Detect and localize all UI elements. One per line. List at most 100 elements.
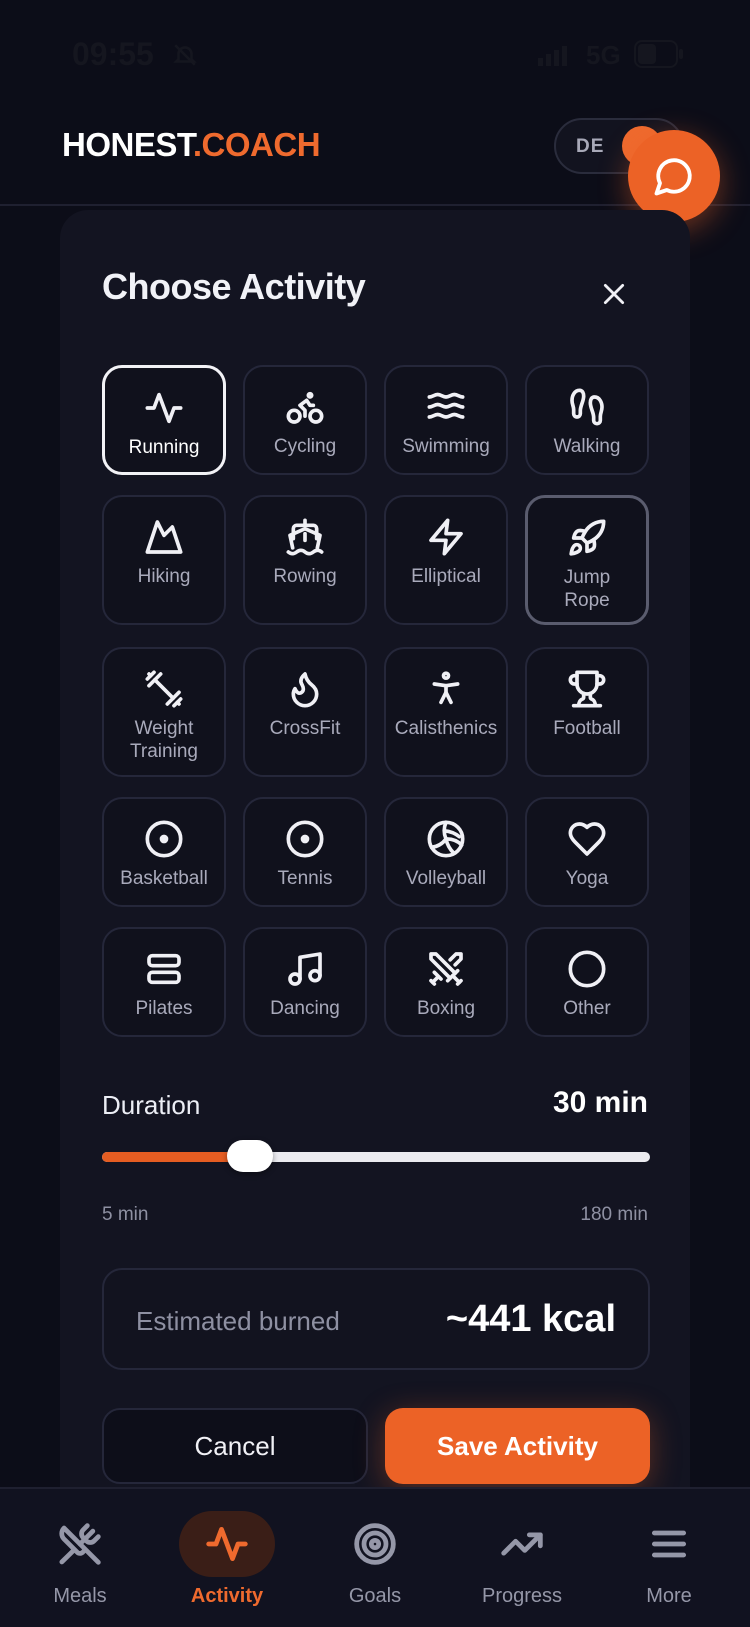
activity-label: Swimming	[402, 436, 490, 457]
activity-tile-football[interactable]: Football	[525, 647, 649, 777]
save-activity-button[interactable]: Save Activity	[385, 1408, 650, 1484]
zap-icon	[429, 518, 463, 556]
tab-label: Goals	[348, 1585, 402, 1607]
duration-max-label: 180 min	[580, 1204, 648, 1225]
activity-tile-cycling[interactable]: Cycling	[243, 365, 367, 475]
activity-label: Jump Rope	[563, 567, 611, 611]
duration-slider[interactable]	[102, 1140, 650, 1172]
utensils-icon	[59, 1523, 101, 1565]
tab-activity[interactable]: Activity	[152, 1489, 302, 1627]
activity-tile-pilates[interactable]: Pilates	[102, 927, 226, 1037]
activity-tile-rowing[interactable]: Rowing	[243, 495, 367, 625]
tab-progress[interactable]: Progress	[447, 1489, 597, 1627]
activity-tile-walking[interactable]: Walking	[525, 365, 649, 475]
status-time: 09:55	[72, 36, 154, 72]
chat-icon	[654, 158, 692, 196]
close-button[interactable]	[594, 274, 634, 314]
activity-icon	[206, 1526, 248, 1562]
activity-label: Running	[128, 437, 200, 458]
activity-label: Calisthenics	[394, 718, 498, 739]
activity-tile-other[interactable]: Other	[525, 927, 649, 1037]
tab-label: Progress	[481, 1585, 563, 1607]
chat-button[interactable]	[628, 130, 720, 222]
tab-goals[interactable]: Goals	[300, 1489, 450, 1627]
rocket-icon	[569, 519, 606, 556]
bottom-tab-bar: Meals Activity Goals Progress More	[0, 1487, 750, 1627]
swords-icon	[429, 952, 463, 986]
activity-tile-jump-rope[interactable]: Jump Rope	[525, 495, 649, 625]
activity-tile-elliptical[interactable]: Elliptical	[384, 495, 508, 625]
duration-slider-thumb[interactable]	[227, 1140, 273, 1172]
tab-more[interactable]: More	[594, 1489, 744, 1627]
person-icon	[432, 671, 460, 705]
menu-icon	[651, 1530, 687, 1558]
target-icon	[354, 1523, 396, 1565]
circle-dot-icon	[145, 820, 183, 858]
activity-label: Cycling	[273, 436, 337, 457]
estimate-label: Estimated burned	[136, 1306, 340, 1336]
circle-icon	[568, 950, 606, 988]
activity-label: Walking	[553, 436, 621, 457]
choose-activity-sheet: Choose Activity Running Cycling Swimming…	[60, 210, 690, 1490]
activity-tile-running[interactable]: Running	[102, 365, 226, 475]
tab-label: More	[646, 1585, 692, 1607]
activity-tile-hiking[interactable]: Hiking	[102, 495, 226, 625]
cancel-button[interactable]: Cancel	[102, 1408, 368, 1484]
tab-icon-wrap	[327, 1511, 423, 1577]
activity-tile-weight-training[interactable]: Weight Training	[102, 647, 226, 777]
tab-icon-wrap	[32, 1511, 128, 1577]
activity-tile-crossfit[interactable]: CrossFit	[243, 647, 367, 777]
activity-icon	[145, 392, 183, 424]
ship-icon	[286, 518, 324, 556]
tab-icon-wrap	[474, 1511, 570, 1577]
close-icon	[603, 283, 625, 305]
activity-label: Hiking	[137, 566, 191, 587]
sheet-title: Choose Activity	[102, 266, 366, 307]
activity-tile-tennis[interactable]: Tennis	[243, 797, 367, 907]
activity-label: Boxing	[416, 998, 476, 1019]
brand-name-part1: HONEST	[62, 126, 193, 163]
activity-tile-dancing[interactable]: Dancing	[243, 927, 367, 1037]
network-label: 5G	[586, 40, 621, 70]
brand-logo[interactable]: HONEST.COACH	[62, 126, 321, 164]
battery-icon	[634, 40, 683, 68]
activity-tile-swimming[interactable]: Swimming	[384, 365, 508, 475]
activity-tile-volleyball[interactable]: Volleyball	[384, 797, 508, 907]
flame-icon	[291, 672, 319, 708]
trending-up-icon	[501, 1532, 543, 1556]
activity-label: Other	[563, 998, 611, 1019]
brand-name-part2: .COACH	[192, 126, 321, 163]
signal-icon	[538, 46, 567, 66]
activity-label: Yoga	[565, 868, 609, 889]
activity-tile-boxing[interactable]: Boxing	[384, 927, 508, 1037]
activity-label: Rowing	[273, 566, 337, 587]
activity-label: Pilates	[135, 998, 193, 1019]
activity-label: Football	[553, 718, 621, 739]
footprints-icon	[570, 388, 604, 426]
volleyball-icon	[427, 820, 465, 858]
activity-label: CrossFit	[269, 718, 341, 739]
activity-tile-yoga[interactable]: Yoga	[525, 797, 649, 907]
waves-icon	[427, 392, 465, 419]
activity-label: Dancing	[270, 998, 340, 1019]
bell-muted-icon	[173, 44, 197, 66]
tab-icon-wrap	[179, 1511, 275, 1577]
heart-icon	[568, 822, 606, 856]
duration-label: Duration	[102, 1090, 201, 1120]
tab-meals[interactable]: Meals	[5, 1489, 155, 1627]
tab-label: Activity	[190, 1585, 264, 1607]
status-bar: 09:55 5G	[0, 0, 750, 110]
layers-icon	[147, 953, 181, 985]
dumbbell-icon	[145, 670, 183, 708]
music-icon	[288, 952, 322, 986]
activity-label: Elliptical	[411, 566, 481, 587]
activity-tile-basketball[interactable]: Basketball	[102, 797, 226, 907]
mountain-icon	[145, 520, 183, 554]
language-label: DE	[576, 136, 605, 157]
estimate-value: ~441 kcal	[445, 1298, 616, 1340]
activity-label: Basketball	[120, 868, 208, 889]
tab-label: Meals	[53, 1585, 107, 1607]
activity-tile-calisthenics[interactable]: Calisthenics	[384, 647, 508, 777]
tab-icon-wrap	[621, 1511, 717, 1577]
activity-label: Volleyball	[405, 868, 487, 889]
